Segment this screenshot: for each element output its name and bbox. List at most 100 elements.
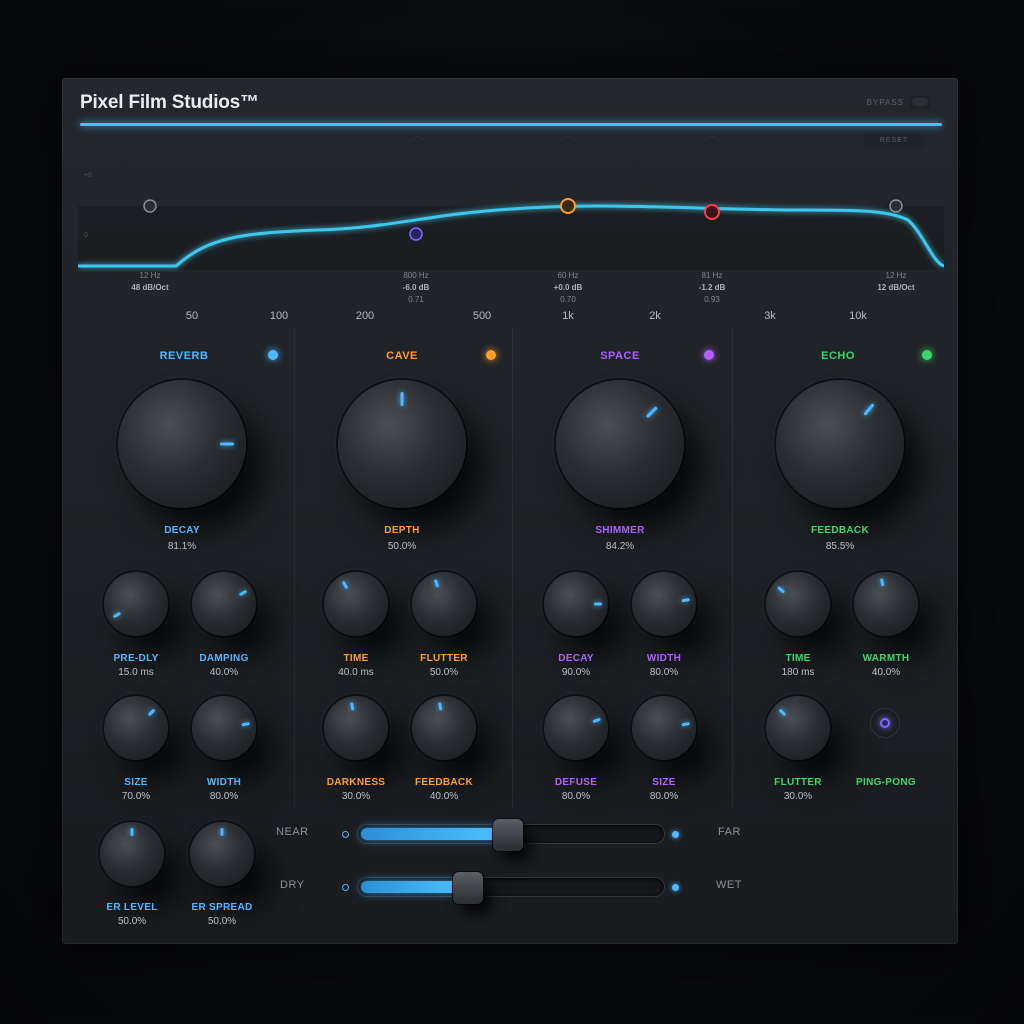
space-size-knob[interactable] xyxy=(632,696,696,760)
freq-axis: 50 100 200 500 1k 2k 3k 10k xyxy=(62,310,958,326)
echo-title: ECHO xyxy=(821,350,855,362)
bypass-toggle[interactable] xyxy=(910,96,930,108)
dry-wet-slider[interactable] xyxy=(358,872,664,904)
near-far-slider-row: NEAR FAR xyxy=(62,819,958,851)
cave-led[interactable] xyxy=(486,350,496,360)
reverb-damping-knob[interactable] xyxy=(192,572,256,636)
cave-flutter-knob[interactable] xyxy=(412,572,476,636)
near-far-thumb[interactable] xyxy=(493,819,523,851)
freq-label: 200 xyxy=(355,310,375,322)
reverb-width-label: WIDTH xyxy=(206,777,242,788)
cave-flutter-label: FLUTTER xyxy=(420,653,468,664)
space-defuse-knob[interactable] xyxy=(544,696,608,760)
reverb-er-spread-value: 50.0% xyxy=(207,916,237,927)
space-decay-knob[interactable] xyxy=(544,572,608,636)
reverb-damping-value: 40.0% xyxy=(209,667,239,678)
bypass-control[interactable]: BYPASS xyxy=(867,96,930,108)
cave-time-label: TIME xyxy=(343,653,369,664)
space-width-value: 80.0% xyxy=(649,667,679,678)
far-label: FAR xyxy=(718,826,741,838)
freq-label: 50 xyxy=(185,310,199,322)
effect-modules: REVERB DECAY 81.1% PRE-DLY 15.0 ms DAMPI… xyxy=(62,328,958,944)
space-defuse-label: DEFUSE xyxy=(554,777,598,788)
eq-node-2 xyxy=(409,227,423,241)
echo-time-value: 180 ms xyxy=(781,667,815,678)
space-title: SPACE xyxy=(600,350,640,362)
reverb-size-label: SIZE xyxy=(124,777,148,788)
ping-pong-toggle[interactable] xyxy=(870,708,900,738)
echo-led[interactable] xyxy=(922,350,932,360)
near-far-slider[interactable] xyxy=(358,819,664,851)
reverb-decay-label: DECAY xyxy=(164,525,200,536)
header-accent-line xyxy=(80,123,942,126)
echo-feedback-label: FEEDBACK xyxy=(811,525,869,536)
eq-node-1 xyxy=(143,199,157,213)
space-width-label: WIDTH xyxy=(646,653,682,664)
band-readout-1: 12 Hz 48 dB/Oct xyxy=(131,271,169,292)
cave-depth-knob[interactable] xyxy=(338,380,466,508)
cave-depth-label: DEPTH xyxy=(384,525,420,536)
space-defuse-value: 80.0% xyxy=(561,791,591,802)
echo-feedback-knob[interactable] xyxy=(776,380,904,508)
space-led[interactable] xyxy=(704,350,714,360)
echo-flutter-label: FLUTTER xyxy=(774,777,822,788)
echo-warmth-value: 40.0% xyxy=(871,667,901,678)
band-readout-4: 81 Hz -1.2 dB 0.93 xyxy=(698,271,726,304)
reverb-predly-value: 15.0 ms xyxy=(118,667,154,678)
echo-time-knob[interactable] xyxy=(766,572,830,636)
dry-wet-fill xyxy=(361,881,468,893)
reverb-size-value: 70.0% xyxy=(121,791,151,802)
dry-wet-thumb[interactable] xyxy=(453,872,483,904)
band-readout-3: 60 Hz +0.0 dB 0.70 xyxy=(553,271,583,304)
band-readout-5: 12 Hz 12 dB/Oct xyxy=(877,271,915,292)
cave-feedback-knob[interactable] xyxy=(412,696,476,760)
plugin-panel: Pixel Film Studios™ BYPASS RESET +6 0 12… xyxy=(62,78,958,944)
echo-time-label: TIME xyxy=(785,653,811,664)
space-size-label: SIZE xyxy=(652,777,676,788)
reverb-decay-knob[interactable] xyxy=(118,380,246,508)
reverb-title: REVERB xyxy=(159,350,209,362)
wet-dot xyxy=(672,884,679,891)
dry-wet-slider-row: DRY WET xyxy=(62,872,958,904)
cave-depth-value: 50.0% xyxy=(387,541,417,552)
band-readout-2: 800 Hz -6.0 dB 0.71 xyxy=(402,271,430,304)
eq-curve-graph xyxy=(78,135,944,268)
echo-warmth-label: WARMTH xyxy=(862,653,910,664)
space-size-value: 80.0% xyxy=(649,791,679,802)
echo-warmth-knob[interactable] xyxy=(854,572,918,636)
echo-flutter-knob[interactable] xyxy=(766,696,830,760)
echo-feedback-value: 85.5% xyxy=(825,541,855,552)
space-decay-label: DECAY xyxy=(558,653,594,664)
near-label: NEAR xyxy=(276,826,309,838)
reverb-predly-knob[interactable] xyxy=(104,572,168,636)
reverb-er-level-value: 50.0% xyxy=(117,916,147,927)
cave-feedback-value: 40.0% xyxy=(429,791,459,802)
space-width-knob[interactable] xyxy=(632,572,696,636)
cave-darkness-knob[interactable] xyxy=(324,696,388,760)
reverb-size-knob[interactable] xyxy=(104,696,168,760)
reverb-width-value: 80.0% xyxy=(209,791,239,802)
eq-display[interactable]: RESET +6 0 12 Hz 48 dB/Oct 800 Hz -6.0 d… xyxy=(78,128,944,328)
ping-pong-label: PING-PONG xyxy=(856,777,916,788)
cave-feedback-label: FEEDBACK xyxy=(415,777,473,788)
ping-pong-led xyxy=(880,718,890,728)
cave-darkness-label: DARKNESS xyxy=(326,777,386,788)
eq-node-4 xyxy=(704,204,720,220)
reverb-led[interactable] xyxy=(268,350,278,360)
reverb-predly-label: PRE-DLY xyxy=(113,653,159,664)
reverb-er-level-label: ER LEVEL xyxy=(106,902,158,913)
reverb-width-knob[interactable] xyxy=(192,696,256,760)
bypass-label: BYPASS xyxy=(866,97,904,107)
freq-label: 2k xyxy=(649,310,661,322)
cave-title: CAVE xyxy=(386,350,418,362)
reverb-damping-label: DAMPING xyxy=(199,653,249,664)
cave-flutter-value: 50.0% xyxy=(429,667,459,678)
wet-label: WET xyxy=(716,879,742,891)
echo-flutter-value: 30.0% xyxy=(783,791,813,802)
space-shimmer-knob[interactable] xyxy=(556,380,684,508)
far-dot xyxy=(672,831,679,838)
freq-label: 1k xyxy=(562,310,574,322)
cave-time-value: 40.0 ms xyxy=(338,667,374,678)
cave-time-knob[interactable] xyxy=(324,572,388,636)
eq-node-5 xyxy=(889,199,903,213)
